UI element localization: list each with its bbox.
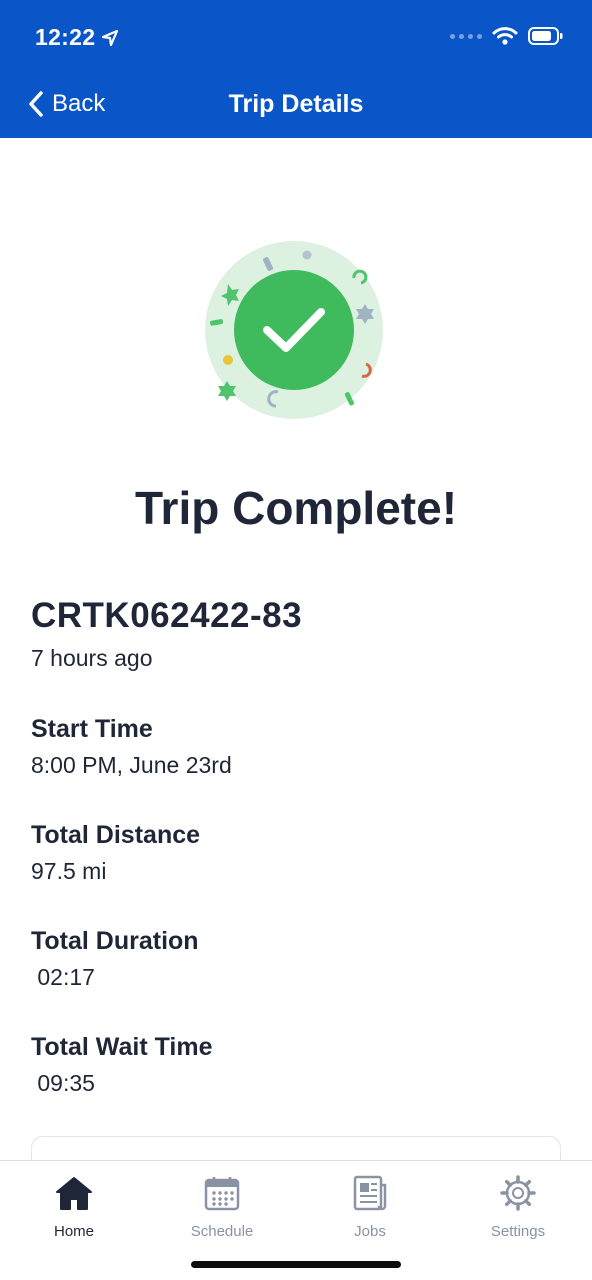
total-duration-label: Total Duration (31, 927, 199, 955)
tab-schedule[interactable]: Schedule (148, 1173, 296, 1243)
total-wait-time-value: 09:35 (31, 1070, 95, 1096)
tab-home[interactable]: Home (0, 1173, 148, 1243)
gear-icon (498, 1173, 538, 1213)
total-distance-label: Total Distance (31, 821, 201, 849)
trip-complete-heading: Trip Complete! (134, 482, 458, 534)
start-time-value: 8:00 PM, June 23rd (31, 752, 232, 778)
status-time: 12:22 (35, 24, 119, 51)
wifi-icon (492, 27, 518, 45)
tab-home-label: Home (53, 1223, 94, 1240)
tab-settings[interactable]: Settings (444, 1173, 592, 1243)
cellular-signal-icon (450, 33, 482, 39)
trip-id: CRTK062422-83 (31, 596, 303, 635)
tab-jobs-label: Jobs (354, 1223, 386, 1240)
app-header: 12:22 Back Trip Details (0, 0, 592, 138)
tab-jobs[interactable]: Jobs (296, 1173, 444, 1243)
home-icon (54, 1173, 94, 1213)
clock-label: 12:22 (35, 24, 96, 50)
total-wait-time-label: Total Wait Time (31, 1033, 213, 1061)
battery-icon (528, 27, 563, 45)
status-bar: 12:22 (0, 0, 592, 76)
tab-schedule-label: Schedule (190, 1223, 254, 1240)
location-arrow-icon (102, 29, 119, 46)
tab-settings-label: Settings (490, 1223, 546, 1240)
status-indicators (450, 26, 564, 46)
navigation-bar: Back Trip Details (0, 76, 592, 138)
newspaper-icon (350, 1173, 390, 1213)
trip-relative-time: 7 hours ago (31, 645, 153, 671)
total-distance-value: 97.5 mi (31, 858, 107, 884)
trip-complete-badge (205, 241, 383, 419)
calendar-icon (202, 1173, 242, 1213)
page-title: Trip Details (228, 90, 364, 118)
start-time-label: Start Time (31, 715, 153, 743)
total-duration-value: 02:17 (31, 964, 95, 990)
home-indicator (191, 1261, 401, 1268)
